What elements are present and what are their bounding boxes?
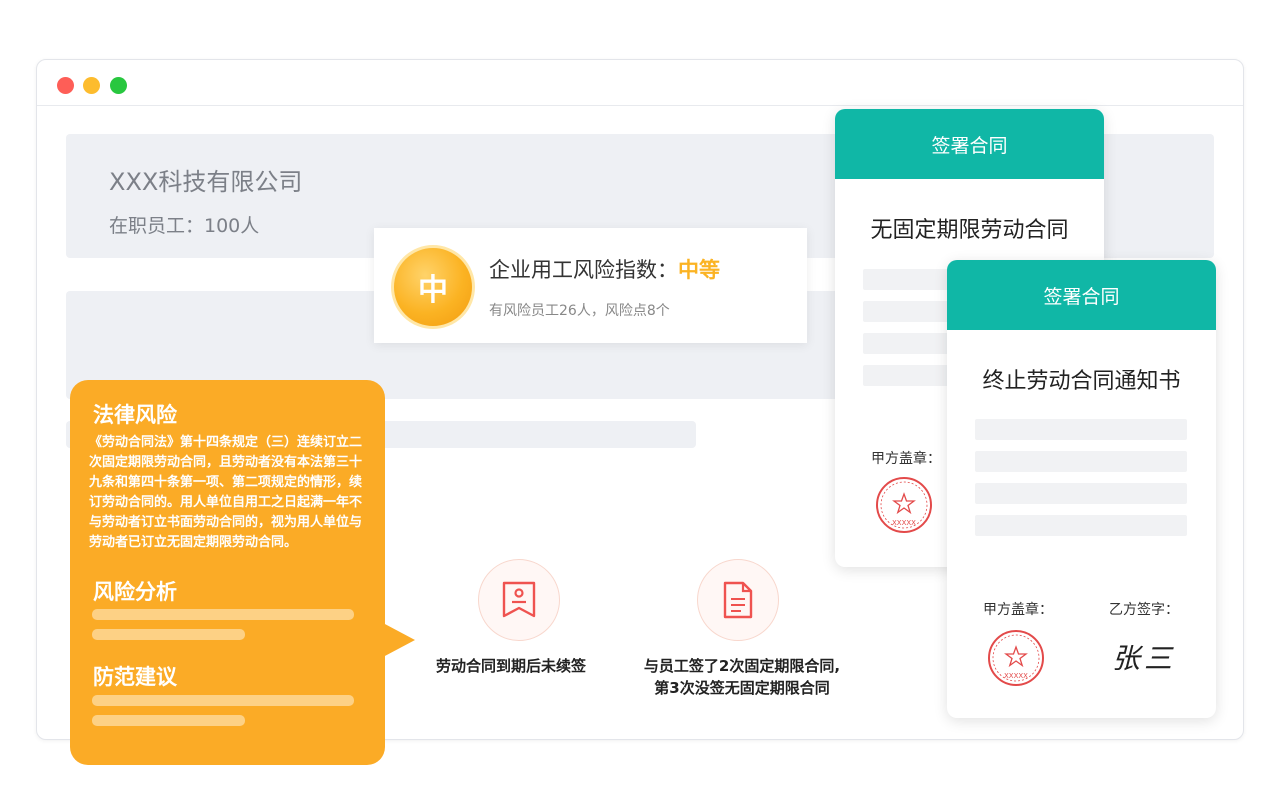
company-seal-icon: XXXXX: [988, 630, 1044, 686]
bookmark-badge-icon: [478, 559, 560, 641]
risk-index-card[interactable]: 中 企业用工风险指数：中等 有风险员工26人，风险点8个: [374, 228, 807, 343]
issue-label-line: 第3次没签无固定期限合同: [654, 679, 830, 697]
text-placeholder: [975, 419, 1187, 440]
seal-text: XXXXX: [1004, 672, 1028, 680]
text-placeholder: [975, 515, 1187, 536]
legal-risk-title: 法律风险: [93, 403, 177, 427]
risk-index-title: 企业用工风险指数：中等: [489, 254, 720, 284]
employee-count: 在职员工：100人: [109, 215, 260, 237]
advice-placeholder-bar: [92, 715, 245, 726]
company-name: XXX科技有限公司: [109, 168, 303, 196]
analysis-placeholder-bar: [92, 609, 354, 620]
analysis-placeholder-bar: [92, 629, 245, 640]
sign-contract-header[interactable]: 签署合同: [835, 109, 1104, 179]
issue-label-line: 与员工签了2次固定期限合同,: [643, 657, 841, 675]
document-icon: [697, 559, 779, 641]
party-a-seal-label: 甲方盖章：: [983, 602, 1053, 618]
company-seal-icon: XXXXX: [876, 477, 932, 533]
text-placeholder: [975, 451, 1187, 472]
medal-label: 中: [418, 273, 448, 308]
legal-risk-text: 《劳动合同法》第十四条规定（三）连续订立二次固定期限劳动合同，且劳动者没有本法第…: [89, 435, 363, 550]
risk-level-medal-icon: 中: [391, 245, 475, 329]
risk-summary: 有风险员工26人，风险点8个: [489, 303, 670, 319]
sign-contract-header[interactable]: 签署合同: [947, 260, 1216, 330]
risk-analysis-title: 风险分析: [93, 580, 177, 604]
close-window-button[interactable]: [57, 77, 74, 94]
legal-risk-callout: 法律风险 《劳动合同法》第十四条规定（三）连续订立二次固定期限劳动合同，且劳动者…: [70, 380, 415, 765]
party-b-sign-label: 乙方签字：: [1109, 602, 1179, 618]
employee-signature: 张三: [1112, 642, 1177, 675]
contract-title: 无固定期限劳动合同: [870, 218, 1069, 243]
window-titlebar: [37, 60, 1243, 106]
risk-level-value: 中等: [678, 258, 720, 282]
prevention-advice-title: 防范建议: [93, 665, 177, 689]
issue-label-2: 与员工签了2次固定期限合同, 第3次没签无固定期限合同: [633, 655, 851, 699]
seal-text: XXXXX: [892, 519, 916, 527]
text-placeholder: [975, 483, 1187, 504]
risk-title-prefix: 企业用工风险指数：: [489, 258, 678, 282]
party-a-seal-label: 甲方盖章：: [871, 451, 941, 467]
contract-card-termination[interactable]: 签署合同 终止劳动合同通知书 甲方盖章： 乙方签字： XXXXX 张三: [947, 260, 1216, 718]
minimize-window-button[interactable]: [83, 77, 100, 94]
advice-placeholder-bar: [92, 695, 354, 706]
contract-title: 终止劳动合同通知书: [982, 369, 1181, 394]
maximize-window-button[interactable]: [110, 77, 127, 94]
issue-label: 劳动合同到期后未续签: [436, 657, 587, 675]
